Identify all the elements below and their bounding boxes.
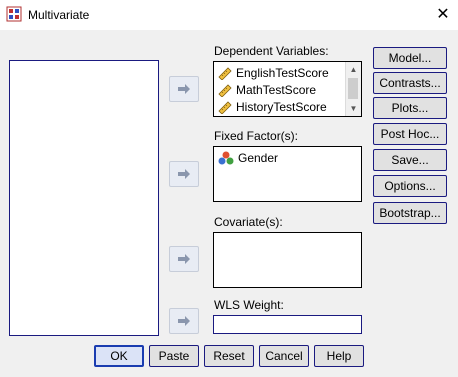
save-button[interactable]: Save... <box>373 149 447 171</box>
paste-button[interactable]: Paste <box>149 345 199 367</box>
post-hoc-button[interactable]: Post Hoc... <box>373 123 447 145</box>
contrasts-button[interactable]: Contrasts... <box>373 72 447 94</box>
options-button[interactable]: Options... <box>373 175 447 197</box>
model-button[interactable]: Model... <box>373 47 447 69</box>
dependent-item-label: EnglishTestScore <box>236 66 329 80</box>
scroll-thumb[interactable] <box>348 78 358 99</box>
dependent-item-label: HistoryTestScore <box>236 100 327 114</box>
move-to-wls-button[interactable] <box>169 308 199 334</box>
nominal-circles-icon <box>218 151 234 165</box>
window-title: Multivariate <box>28 8 90 22</box>
move-to-covariate-button[interactable] <box>169 246 199 272</box>
ruler-scale-icon <box>218 84 232 97</box>
right-arrow-icon <box>178 169 190 179</box>
right-arrow-icon <box>178 84 190 94</box>
wls-weight-label: WLS Weight: <box>214 298 284 312</box>
dependent-scrollbar[interactable]: ▲ ▼ <box>345 62 361 116</box>
ok-button[interactable]: OK <box>94 345 144 367</box>
move-to-dependent-button[interactable] <box>169 76 199 102</box>
list-item[interactable]: Gender <box>218 150 278 166</box>
fixed-factors-label: Fixed Factor(s): <box>214 129 299 143</box>
reset-button[interactable]: Reset <box>204 345 254 367</box>
help-button[interactable]: Help <box>314 345 364 367</box>
scroll-down-icon[interactable]: ▼ <box>346 101 361 116</box>
ruler-scale-icon <box>218 101 232 114</box>
right-arrow-icon <box>178 254 190 264</box>
plots-button[interactable]: Plots... <box>373 97 447 119</box>
covariates-label: Covariate(s): <box>214 215 283 229</box>
list-item[interactable]: MathTestScore <box>218 82 316 98</box>
dependent-variables-label: Dependent Variables: <box>214 44 329 58</box>
dependent-variables-list[interactable]: EnglishTestScore MathTestScore HistoryTe… <box>213 61 362 117</box>
multivariate-app-icon <box>6 6 22 22</box>
dependent-item-label: MathTestScore <box>236 83 317 97</box>
list-item[interactable]: HistoryTestScore <box>218 99 327 115</box>
list-item[interactable]: EnglishTestScore <box>218 65 329 81</box>
covariates-list[interactable] <box>213 232 362 288</box>
bootstrap-button[interactable]: Bootstrap... <box>373 202 447 224</box>
cancel-button[interactable]: Cancel <box>259 345 309 367</box>
title-bar: Multivariate ✕ <box>0 0 458 30</box>
right-arrow-icon <box>178 316 190 326</box>
wls-weight-field[interactable] <box>213 315 362 334</box>
move-to-fixed-button[interactable] <box>169 161 199 187</box>
source-variable-list[interactable] <box>9 60 159 336</box>
fixed-item-label: Gender <box>238 151 279 165</box>
ruler-scale-icon <box>218 67 232 80</box>
scroll-up-icon[interactable]: ▲ <box>346 62 361 77</box>
fixed-factors-list[interactable]: Gender <box>213 146 362 202</box>
close-icon[interactable]: ✕ <box>428 0 458 30</box>
